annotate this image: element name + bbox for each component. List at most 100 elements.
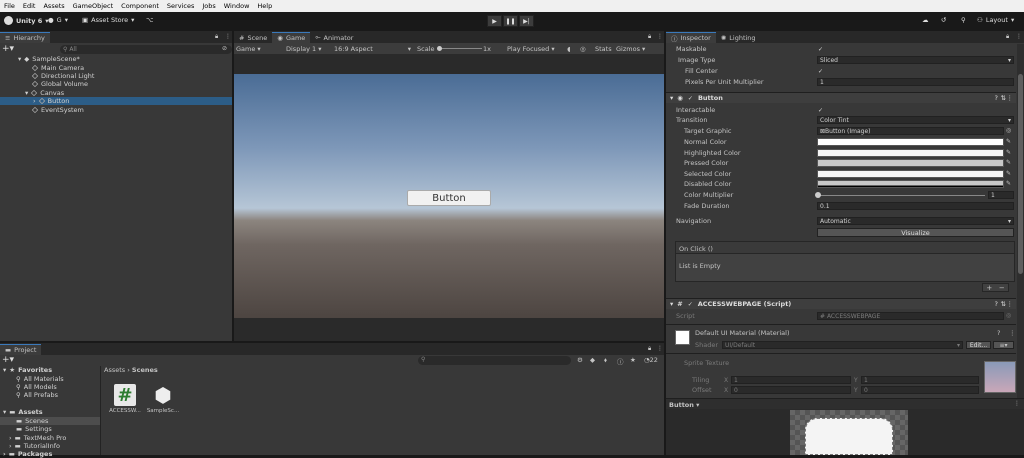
- display-dropdown[interactable]: Display 1 ▾: [286, 45, 322, 53]
- scale-slider-track[interactable]: [437, 48, 482, 49]
- kebab-menu-icon[interactable]: ⋮: [1007, 300, 1014, 308]
- disabled-color-swatch[interactable]: [817, 180, 1004, 188]
- tree-item-button-selected[interactable]: › Button: [0, 97, 232, 105]
- stats-toggle[interactable]: Stats: [595, 45, 612, 53]
- kebab-menu-icon[interactable]: ⋮: [1014, 400, 1020, 407]
- breadcrumb-scenes[interactable]: Scenes: [132, 366, 158, 374]
- tree-item-scene[interactable]: ▾ ◆ SampleScene*: [18, 55, 80, 63]
- asset-store-button[interactable]: ▣ Asset Store ▾: [82, 16, 134, 24]
- game-ui-button[interactable]: Button: [407, 190, 491, 206]
- eyedropper-icon[interactable]: ✎: [1006, 138, 1011, 145]
- menu-jobs[interactable]: Jobs: [202, 2, 215, 10]
- favorite-all-models[interactable]: ⚲ All Models: [16, 383, 57, 391]
- kebab-menu-icon[interactable]: ⋮: [657, 33, 663, 40]
- tab-scene[interactable]: # Scene: [234, 32, 272, 43]
- info-icon[interactable]: ⓘ: [617, 356, 624, 366]
- kebab-menu-icon[interactable]: ⋮: [657, 345, 663, 352]
- gizmo-icon[interactable]: ◎: [580, 45, 586, 53]
- mute-audio-icon[interactable]: ◖: [567, 45, 570, 53]
- search-by-label-icon[interactable]: ◆: [590, 356, 595, 364]
- eyedropper-icon[interactable]: ✎: [1006, 149, 1011, 156]
- tab-lighting[interactable]: ✺ Lighting: [716, 32, 761, 43]
- packages-header[interactable]: › ▬ Packages: [3, 450, 52, 458]
- tree-item-main-camera[interactable]: Main Camera: [31, 64, 84, 72]
- lock-icon[interactable]: 🔒︎: [648, 345, 651, 353]
- shader-options-dropdown[interactable]: ≡▾: [993, 341, 1014, 349]
- scrollbar-thumb[interactable]: [1018, 74, 1023, 274]
- kebab-menu-icon[interactable]: ⋮: [1009, 329, 1016, 337]
- menu-edit[interactable]: Edit: [23, 2, 36, 10]
- tree-item-global-volume[interactable]: Global Volume: [31, 80, 88, 88]
- tab-game[interactable]: ◉ Game: [272, 32, 311, 43]
- tab-hierarchy[interactable]: ≡ Hierarchy: [0, 32, 50, 43]
- image-type-dropdown[interactable]: Sliced ▾: [817, 56, 1014, 64]
- ppu-multiplier-field[interactable]: 1: [817, 78, 1014, 86]
- menu-assets[interactable]: Assets: [43, 2, 64, 10]
- eyedropper-icon[interactable]: ✎: [1006, 170, 1011, 177]
- color-multiplier-slider-track[interactable]: [817, 195, 985, 196]
- search-by-type-icon[interactable]: ⚙: [577, 356, 583, 364]
- favorite-all-materials[interactable]: ⚲ All Materials: [16, 375, 64, 383]
- menu-help[interactable]: Help: [257, 2, 272, 10]
- eyedropper-icon[interactable]: ✎: [1006, 159, 1011, 166]
- play-button[interactable]: ▶: [487, 15, 502, 27]
- color-multiplier-slider-thumb[interactable]: [815, 192, 821, 198]
- gizmos-dropdown[interactable]: Gizmos ▾: [616, 45, 645, 53]
- inspector-scrollbar[interactable]: [1017, 44, 1024, 398]
- transition-dropdown[interactable]: Color Tint ▾: [817, 116, 1014, 124]
- menu-file[interactable]: File: [4, 2, 15, 10]
- highlighted-color-swatch[interactable]: [817, 149, 1004, 157]
- script-component-header[interactable]: ▾ # ✓ ACCESSWEBPAGE (Script) ? ⇅ ⋮: [666, 298, 1016, 309]
- menu-component[interactable]: Component: [121, 2, 159, 10]
- kebab-menu-icon[interactable]: ⋮: [1007, 94, 1014, 102]
- history-button[interactable]: ↺: [941, 16, 946, 24]
- remove-icon[interactable]: −: [999, 284, 1005, 292]
- asset-tile-script[interactable]: # ACCESSW...: [109, 384, 141, 414]
- game-mode-dropdown[interactable]: Game ▾: [236, 45, 261, 53]
- menu-window[interactable]: Window: [224, 2, 250, 10]
- preset-icon[interactable]: ⇅: [1001, 94, 1006, 102]
- preset-icon[interactable]: ⇅: [1001, 300, 1006, 308]
- kebab-menu-icon[interactable]: ⋮: [225, 33, 231, 40]
- color-multiplier-field[interactable]: 1: [988, 191, 1014, 199]
- assets-header[interactable]: ▾ ▬ Assets: [3, 408, 43, 416]
- star-icon[interactable]: ★: [630, 356, 636, 364]
- pause-button[interactable]: ❚❚: [503, 15, 518, 27]
- fade-duration-field[interactable]: 0.1: [817, 202, 1014, 210]
- create-button[interactable]: +▾: [2, 44, 14, 54]
- menu-services[interactable]: Services: [167, 2, 194, 10]
- tree-item-canvas[interactable]: ▾ Canvas: [25, 89, 64, 97]
- navigation-dropdown[interactable]: Automatic ▾: [817, 217, 1014, 225]
- hidden-packages-count[interactable]: ◔22: [644, 356, 658, 364]
- favorite-all-prefabs[interactable]: ⚲ All Prefabs: [16, 391, 58, 399]
- button-component-header[interactable]: ▾ ◉ ✓ Button ? ⇅ ⋮: [666, 92, 1016, 103]
- eyedropper-icon[interactable]: ✎: [1006, 180, 1011, 187]
- lock-icon[interactable]: 🔒︎: [648, 33, 651, 41]
- preview-header[interactable]: Button ▾: [666, 398, 1024, 409]
- folder-tutorialinfo[interactable]: › ▬ TutorialInfo: [9, 442, 60, 450]
- help-icon[interactable]: ?: [995, 300, 998, 308]
- component-enabled-checkbox[interactable]: ✓: [687, 95, 694, 102]
- tag-icon[interactable]: ⬧: [604, 356, 607, 365]
- fill-center-checkbox[interactable]: ✓: [817, 68, 824, 75]
- favorites-header[interactable]: ▾ ★ Favorites: [3, 366, 52, 374]
- visualize-button[interactable]: Visualize: [817, 228, 1014, 237]
- kebab-menu-icon[interactable]: ⋮: [1016, 33, 1022, 40]
- menu-gameobject[interactable]: GameObject: [73, 2, 114, 10]
- tab-project[interactable]: ▬ Project: [0, 344, 42, 355]
- folder-textmesh-pro[interactable]: › ▬ TextMesh Pro: [9, 434, 66, 442]
- folder-scenes-selected[interactable]: ▬ Scenes: [0, 417, 100, 425]
- project-search-input[interactable]: ⚲: [418, 356, 571, 365]
- help-icon[interactable]: ?: [997, 329, 1000, 337]
- filter-icon[interactable]: ⊘: [222, 45, 227, 52]
- breadcrumb-assets[interactable]: Assets: [104, 366, 125, 374]
- lock-icon[interactable]: 🔒︎: [1006, 33, 1009, 41]
- sprite-texture-thumbnail[interactable]: [984, 361, 1016, 393]
- tree-item-directional-light[interactable]: Directional Light: [31, 72, 94, 80]
- tab-inspector[interactable]: ⓘ Inspector: [666, 32, 716, 43]
- cloud-button[interactable]: ☁: [922, 16, 929, 24]
- selected-color-swatch[interactable]: [817, 170, 1004, 178]
- component-enabled-checkbox[interactable]: ✓: [687, 301, 694, 308]
- hierarchy-search-input[interactable]: ⚲ All: [60, 45, 232, 54]
- unity-account-button[interactable]: Unity 6 ▾: [4, 16, 49, 25]
